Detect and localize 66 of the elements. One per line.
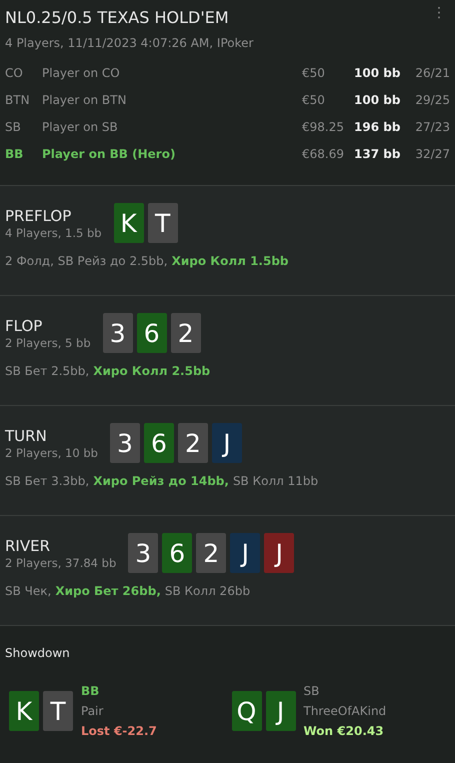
street-name: RIVER: [5, 536, 52, 554]
street-info: 2 Players, 5 bb: [5, 336, 91, 350]
game-title: NL0.25/0.5 TEXAS HOLD'EM: [5, 8, 229, 27]
player-name: Player on SB: [42, 120, 119, 134]
playing-card: 3: [110, 423, 140, 463]
playing-card: 6: [144, 423, 174, 463]
action-text: SB Чек,: [5, 584, 52, 598]
player-name: Player on CO: [42, 66, 121, 80]
player-position: BB: [81, 684, 100, 698]
street-info: 2 Players, 37.84 bb: [5, 556, 116, 570]
action-text: Хиро Колл 1.5bb: [172, 254, 289, 268]
player-stats: 29/25: [414, 93, 450, 107]
action-text: SB Бет 3.3bb,: [5, 474, 90, 488]
player-bb: 196 bb: [354, 120, 402, 134]
street-name: TURN: [5, 426, 48, 444]
hand-result: Lost €-22.7: [81, 724, 157, 738]
playing-card: J: [266, 691, 296, 731]
player-position: SB: [5, 120, 22, 134]
street-name: FLOP: [5, 316, 44, 334]
playing-card: K: [9, 691, 39, 731]
playing-card: 2: [170, 313, 201, 353]
playing-card: J: [230, 533, 260, 573]
player-stack: €50: [302, 66, 326, 80]
playing-card: J: [264, 533, 294, 573]
hand-rank: ThreeOfAKind: [304, 704, 386, 718]
menu-button[interactable]: ⋮: [428, 6, 450, 20]
playing-card: 2: [178, 423, 208, 463]
player-stack: €68.69: [302, 147, 345, 161]
player-name: Player on BTN: [42, 93, 128, 107]
street-info: 2 Players, 10 bb: [5, 446, 98, 460]
playing-card: 3: [128, 533, 158, 573]
player-stats: 32/27: [414, 147, 450, 161]
player-position: SB: [304, 684, 320, 698]
game-info: 4 Players, 11/11/2023 4:07:26 AM, IPoker: [5, 36, 254, 50]
hand-rank: Pair: [81, 704, 104, 718]
street-name: PREFLOP: [5, 206, 72, 224]
action-text: Хиро Колл 2.5bb: [93, 364, 210, 378]
player-bb: 137 bb: [354, 147, 402, 161]
player-position: CO: [5, 66, 24, 80]
player-stack: €50: [302, 93, 326, 107]
playing-card: 3: [102, 313, 133, 353]
playing-card: 6: [162, 533, 192, 573]
player-bb: 100 bb: [354, 66, 402, 80]
player-stats: 26/21: [414, 66, 450, 80]
action-text: Хиро Бет 26bb,: [55, 584, 161, 598]
playing-card: T: [148, 203, 178, 243]
showdown-title: Showdown: [5, 646, 71, 660]
playing-card: Q: [232, 691, 262, 731]
player-position: BB: [5, 147, 24, 161]
player-name: Player on BB (Hero): [42, 147, 176, 161]
action-text: SB Колл 11bb: [232, 474, 318, 488]
street-info: 4 Players, 1.5 bb: [5, 226, 102, 240]
hand-result: Won €20.43: [304, 724, 385, 738]
playing-card: 6: [136, 313, 167, 353]
player-stack: €98.25: [302, 120, 345, 134]
playing-card: J: [212, 423, 242, 463]
playing-card: 2: [196, 533, 226, 573]
action-text: SB Бет 2.5bb,: [5, 364, 90, 378]
player-position: BTN: [5, 93, 31, 107]
player-stats: 27/23: [414, 120, 450, 134]
playing-card: K: [114, 203, 144, 243]
playing-card: T: [43, 691, 73, 731]
action-text: SB Колл 26bb: [164, 584, 250, 598]
action-text: Хиро Рейз до 14bb,: [93, 474, 229, 488]
player-bb: 100 bb: [354, 93, 402, 107]
action-text: 2 Фолд, SB Рейз до 2.5bb,: [5, 254, 168, 268]
